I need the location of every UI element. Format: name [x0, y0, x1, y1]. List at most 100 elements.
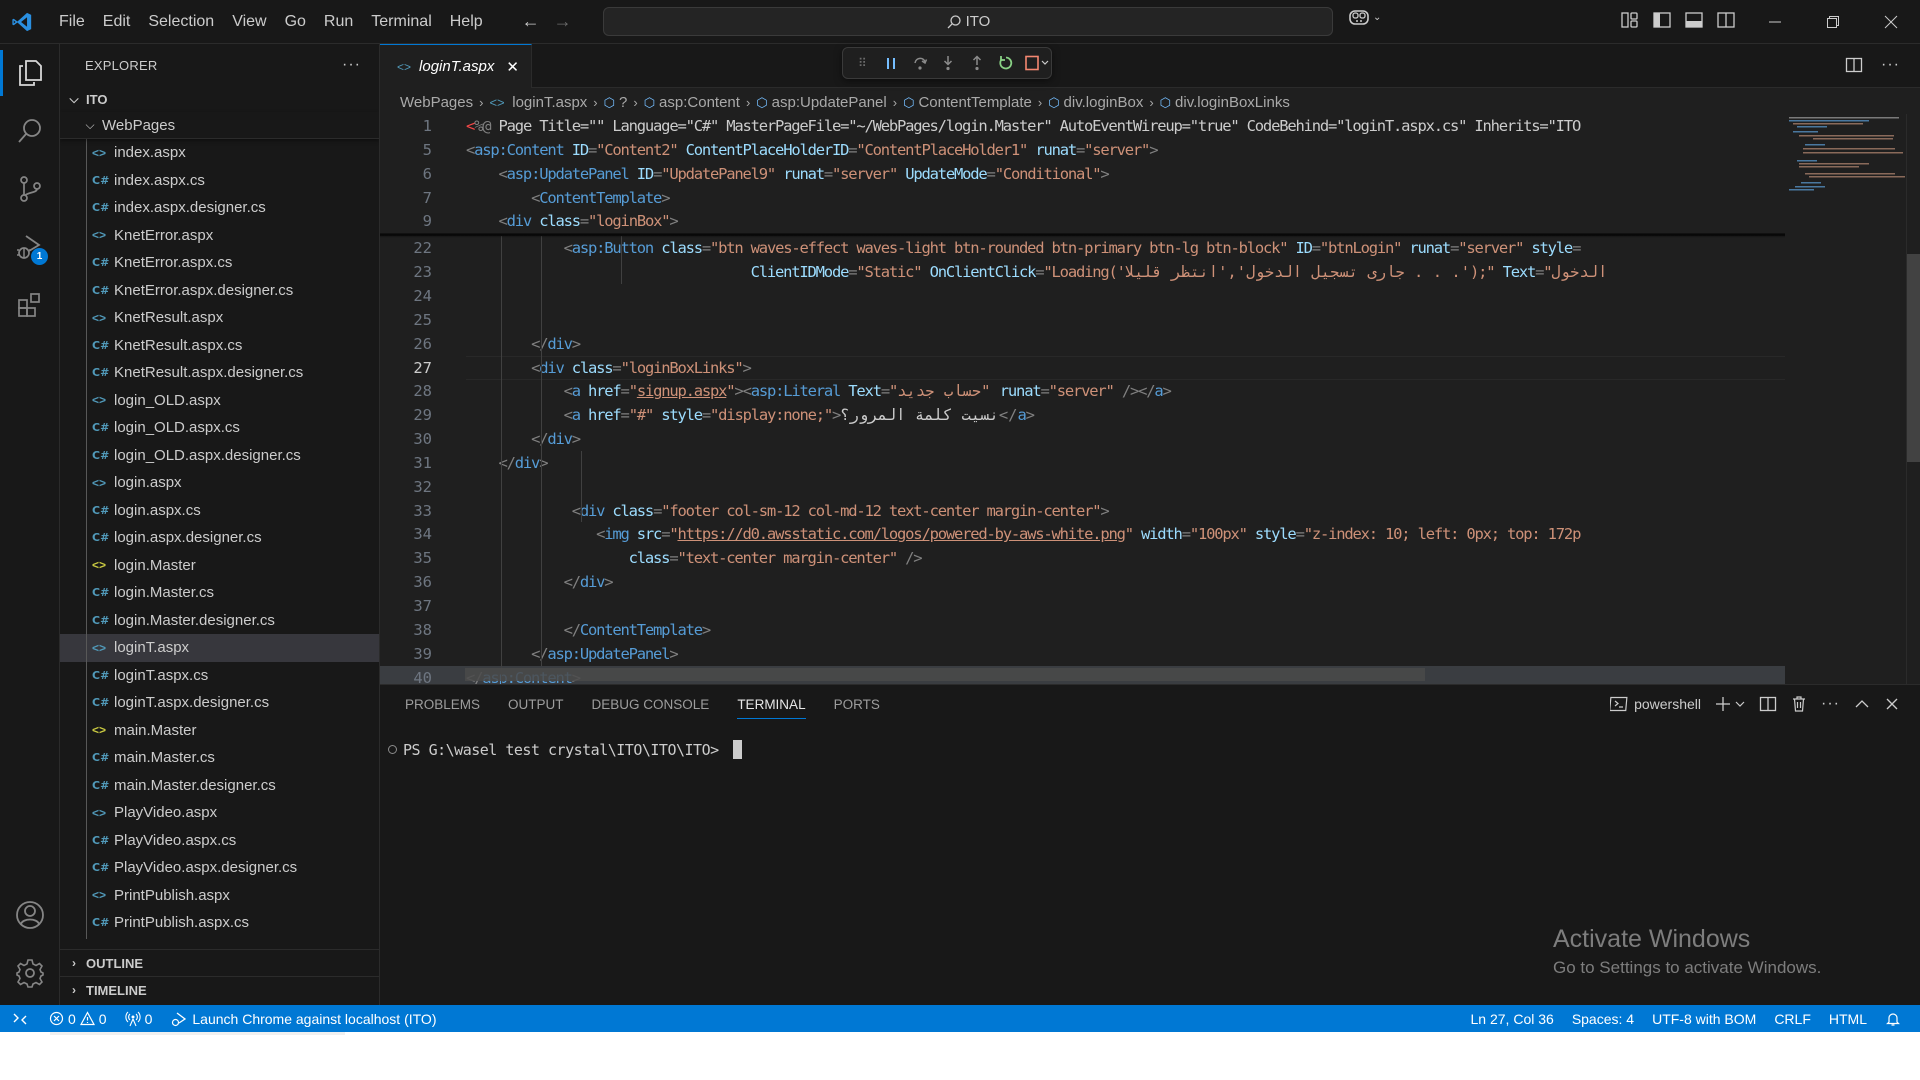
launch-config-status[interactable]: Launch Chrome against localhost (ITO) [161, 1011, 445, 1027]
menu-run[interactable]: Run [315, 9, 362, 35]
breadcrumb-item[interactable]: ⬡? [604, 94, 628, 111]
activity-search[interactable] [0, 102, 60, 160]
code-line[interactable]: 37 [380, 594, 1785, 618]
menu-go[interactable]: Go [276, 9, 315, 35]
scrollbar-thumb[interactable] [1907, 254, 1920, 462]
more-actions-icon[interactable]: ··· [1881, 56, 1900, 74]
file-item[interactable]: <> PrintPublish.aspx [60, 882, 379, 910]
file-item[interactable]: C# login.Master.designer.cs [60, 607, 379, 635]
section-timeline[interactable]: › TIMELINE [60, 976, 379, 1003]
sticky-code-line[interactable]: 6 <asp:UpdatePanel ID="UpdatePanel9" run… [380, 162, 1785, 186]
file-item[interactable]: C# login.aspx.designer.cs [60, 524, 379, 552]
menu-view[interactable]: View [223, 9, 275, 35]
menu-selection[interactable]: Selection [139, 9, 223, 35]
language-mode[interactable]: HTML [1820, 1011, 1876, 1027]
sticky-code-line[interactable]: 7 <ContentTemplate> [380, 186, 1785, 210]
file-item[interactable]: <> login.Master [60, 552, 379, 580]
file-item[interactable]: C# index.aspx.cs [60, 167, 379, 195]
notifications-button[interactable] [1876, 1011, 1910, 1027]
breadcrumb-item[interactable]: WebPages [400, 94, 473, 111]
code-line[interactable]: 28 <a href="signup.aspx"><asp:Literal Te… [380, 379, 1785, 403]
code-line[interactable]: 22 <asp:Button class="btn waves-effect w… [380, 236, 1785, 260]
indentation[interactable]: Spaces: 4 [1563, 1011, 1643, 1027]
code-line[interactable]: 32 [380, 475, 1785, 499]
menu-file[interactable]: File [50, 9, 94, 35]
menu-help[interactable]: Help [441, 9, 492, 35]
breadcrumb-item[interactable]: ⬡ div.loginBoxLinks [1160, 94, 1290, 111]
ports-status[interactable]: 0 [116, 1011, 162, 1027]
tab-output[interactable]: OUTPUT [508, 697, 564, 719]
code-line[interactable]: 34 <img src="https://d0.awsstatic.com/lo… [380, 522, 1785, 546]
code-line[interactable]: 39 </asp:UpdatePanel> [380, 642, 1785, 666]
copilot-button[interactable]: ⌄ [1348, 8, 1381, 26]
step-out-button[interactable] [968, 52, 987, 74]
file-item[interactable]: C# PlayVideo.aspx.designer.cs [60, 854, 379, 882]
terminal-instance[interactable]: powershell [1610, 696, 1701, 712]
end-of-line[interactable]: CRLF [1765, 1011, 1820, 1027]
forward-arrow-icon[interactable]: → [554, 11, 572, 32]
sticky-code-line[interactable]: 5 <asp:Content ID="Content2" ContentPlace… [380, 138, 1785, 162]
tab-ports[interactable]: PORTS [834, 697, 880, 719]
new-terminal-button[interactable] [1715, 696, 1745, 712]
sticky-code-line[interactable]: 9 <div class="loginBox"> [380, 209, 1785, 233]
minimap[interactable] [1785, 114, 1905, 684]
file-item[interactable]: C# PlayVideo.aspx.cs [60, 827, 379, 855]
menu-edit[interactable]: Edit [94, 9, 140, 35]
section-outline[interactable]: › OUTLINE [60, 949, 379, 976]
code-line[interactable]: 26 </div> [380, 332, 1785, 356]
file-item[interactable]: C# main.Master.cs [60, 744, 379, 772]
breadcrumb-item[interactable]: ⬡ asp:Content [644, 94, 740, 111]
file-item[interactable]: <> login.aspx [60, 469, 379, 497]
file-item[interactable]: C# KnetResult.aspx.cs [60, 332, 379, 360]
file-item[interactable]: C# KnetError.aspx.cs [60, 249, 379, 277]
code-editor[interactable]: 1 <%@ Page Title="" Language="C#" MasterP… [380, 114, 1785, 684]
breadcrumb-item[interactable]: <> loginT.aspx [489, 94, 587, 111]
breadcrumb-item[interactable]: ⬡ asp:UpdatePanel [756, 94, 886, 111]
close-panel-icon[interactable] [1884, 696, 1900, 712]
toggle-secondary-sidebar-icon[interactable] [1716, 10, 1736, 30]
maximize-panel-icon[interactable] [1854, 696, 1870, 712]
toggle-panel-icon[interactable] [1684, 10, 1704, 30]
code-line[interactable]: 23 ClientIDMode="Static" OnClientClick="… [380, 260, 1785, 284]
code-line[interactable]: 31 </div> [380, 451, 1785, 475]
code-line[interactable]: 25 [380, 308, 1785, 332]
close-window-button[interactable] [1862, 0, 1920, 44]
file-item[interactable]: <> KnetResult.aspx [60, 304, 379, 332]
code-line[interactable]: 38 </ContentTemplate> [380, 618, 1785, 642]
code-line[interactable]: 29 <a href="#" style="display:none;">نسي… [380, 403, 1785, 427]
file-item[interactable]: <> PlayVideo.aspx [60, 799, 379, 827]
encoding[interactable]: UTF-8 with BOM [1643, 1011, 1765, 1027]
back-arrow-icon[interactable]: ← [522, 11, 540, 32]
tab-problems[interactable]: PROBLEMS [405, 697, 480, 719]
file-item[interactable]: C# login_OLD.aspx.designer.cs [60, 442, 379, 470]
sticky-code-line[interactable]: 1 <%@ Page Title="" Language="C#" MasterP… [380, 114, 1785, 138]
step-over-button[interactable] [910, 52, 929, 74]
vertical-scrollbar[interactable] [1906, 114, 1920, 684]
code-line[interactable]: 30 </div> [380, 427, 1785, 451]
activity-run-debug[interactable]: 1 [0, 218, 60, 276]
code-line[interactable]: 27 <div class="loginBoxLinks"> [380, 356, 1785, 380]
file-item[interactable]: C# KnetError.aspx.designer.cs [60, 277, 379, 305]
file-item[interactable]: C# index.aspx.designer.cs [60, 194, 379, 222]
activity-accounts[interactable] [0, 886, 60, 944]
file-item[interactable]: C#PrintPublish.aspx.designer.cs [60, 937, 379, 940]
close-tab-icon[interactable]: ✕ [506, 58, 519, 76]
file-item[interactable]: <> index.aspx [60, 139, 379, 167]
tab-debug-console[interactable]: DEBUG CONSOLE [592, 697, 710, 719]
terminal-output[interactable]: PS G:\wasel test crystal\ITO\ITO\ITO> [388, 740, 742, 759]
activity-source-control[interactable] [0, 160, 60, 218]
file-item[interactable]: C# loginT.aspx.designer.cs [60, 689, 379, 717]
step-into-button[interactable] [939, 52, 958, 74]
breadcrumb-item[interactable]: ⬡ ContentTemplate [903, 94, 1032, 111]
file-item[interactable]: C# login.Master.cs [60, 579, 379, 607]
code-line[interactable]: 36 </div> [380, 570, 1785, 594]
menu-terminal[interactable]: Terminal [362, 9, 440, 35]
code-token[interactable]: signup.aspx [637, 382, 728, 400]
file-item[interactable]: <> KnetError.aspx [60, 222, 379, 250]
problems-status[interactable]: 0 0 [40, 1011, 116, 1027]
workspace-root[interactable]: ⌵ ITO [60, 86, 379, 112]
pause-button[interactable] [882, 52, 901, 74]
activity-extensions[interactable] [0, 276, 60, 334]
code-token[interactable]: https://d0.awsstatic.com/logos/powered-b… [677, 525, 1125, 543]
tab-terminal[interactable]: TERMINAL [737, 697, 806, 719]
